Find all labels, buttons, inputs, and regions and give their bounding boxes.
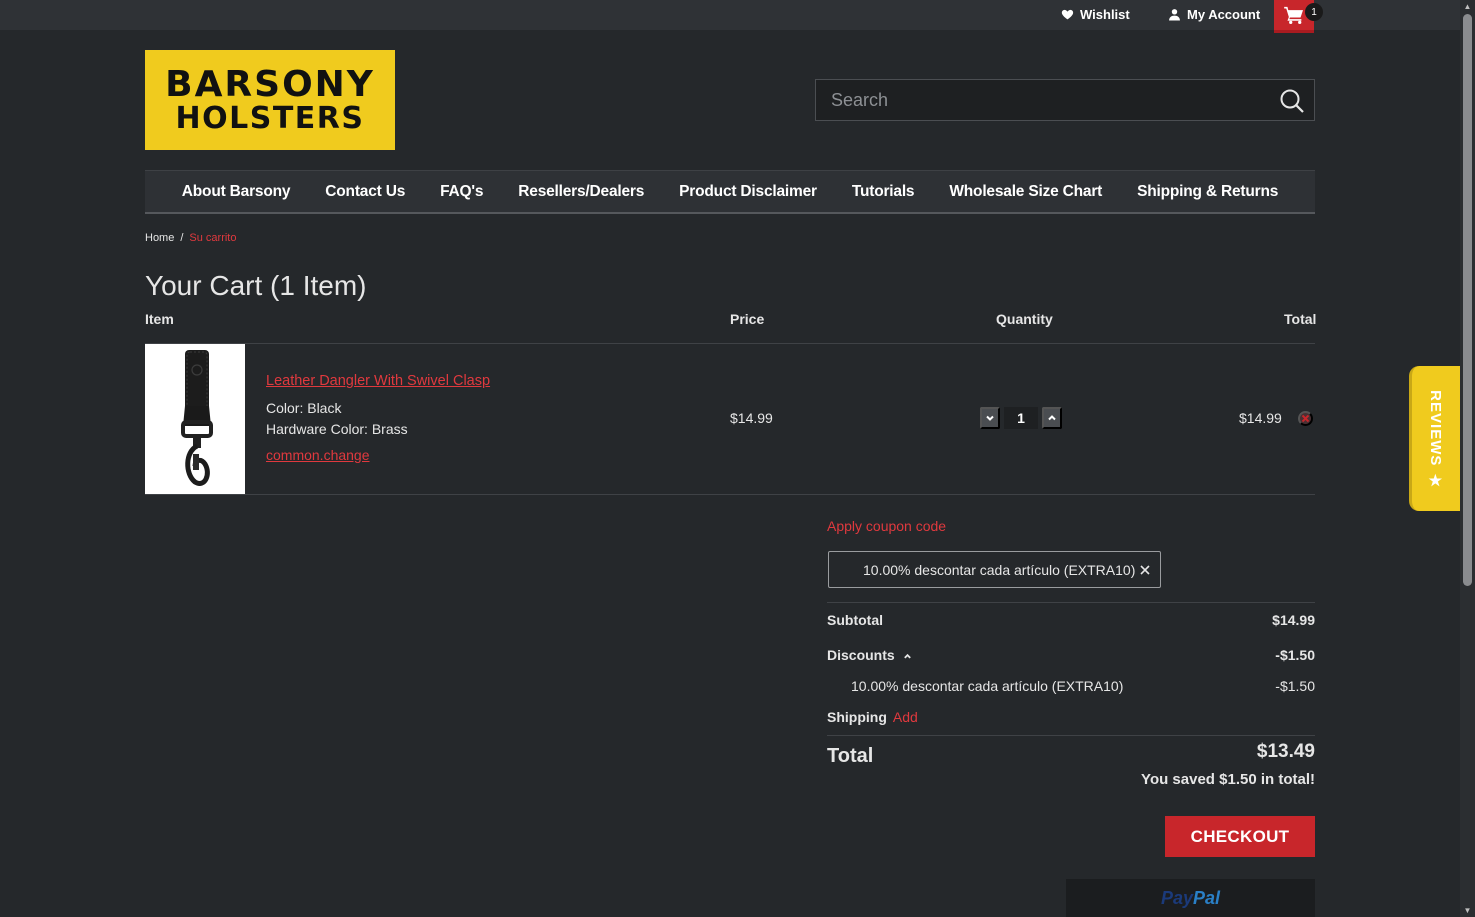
row-divider (145, 494, 1315, 495)
header-quantity: Quantity (996, 311, 1053, 327)
shipping-label: Shipping (827, 709, 887, 725)
chevron-down-icon (986, 415, 994, 421)
scrollbar-thumb[interactable] (1463, 14, 1472, 586)
header-price: Price (730, 311, 765, 327)
leather-dangler-image (181, 350, 213, 486)
wishlist-label: Wishlist (1080, 7, 1130, 22)
discounts-label: Discounts (827, 647, 895, 663)
nav-shipping-returns[interactable]: Shipping & Returns (1137, 183, 1278, 201)
scroll-up-icon[interactable]: ▲ (1462, 2, 1473, 11)
discount-line-label: 10.00% descontar cada artículo (EXTRA10) (851, 678, 1124, 694)
page-title: Your Cart (1 Item) (145, 270, 367, 301)
add-shipping-link[interactable]: Add (893, 709, 918, 725)
search-icon[interactable] (1279, 88, 1305, 114)
quantity-decrease-button[interactable] (980, 407, 1000, 429)
subtotal-label: Subtotal (827, 612, 883, 628)
breadcrumb-current: Su carrito (189, 232, 237, 244)
breadcrumb-separator: / (180, 232, 184, 244)
total-label: Total (827, 745, 874, 767)
applied-coupon-text: 10.00% descontar cada artículo (EXTRA10) (863, 561, 1136, 578)
shipping-row: Shipping Add (827, 709, 918, 725)
scroll-down-icon[interactable]: ▼ (1462, 906, 1473, 915)
discounts-toggle[interactable]: Discounts (827, 647, 912, 664)
site-logo[interactable]: BARSONY HOLSTERS (145, 50, 395, 150)
wishlist-link[interactable]: Wishlist (1061, 7, 1130, 22)
close-icon (1140, 565, 1150, 575)
cart-count-badge: 1 (1305, 3, 1323, 21)
reviews-tab[interactable]: REVIEWS ★ (1409, 366, 1460, 511)
close-icon (1302, 415, 1309, 422)
my-account-link[interactable]: My Account (1168, 7, 1260, 22)
discount-line-value: -$1.50 (1275, 678, 1315, 694)
nav-tutorials[interactable]: Tutorials (852, 183, 915, 201)
chevron-up-icon (1048, 415, 1056, 421)
quantity-input[interactable] (1004, 407, 1038, 429)
paypal-button[interactable]: Pay Pal (1066, 879, 1315, 917)
main-nav: About Barsony Contact Us FAQ's Resellers… (145, 170, 1315, 214)
breadcrumb: Home / Su carrito (145, 232, 236, 244)
product-name-link[interactable]: Leather Dangler With Swivel Clasp (266, 373, 490, 389)
reviews-tab-content: REVIEWS ★ (1427, 389, 1445, 490)
chevron-up-icon (903, 648, 912, 664)
remove-coupon-button[interactable] (1139, 563, 1151, 575)
star-icon: ★ (1428, 472, 1444, 490)
header-total: Total (1284, 311, 1317, 327)
nav-about-barsony[interactable]: About Barsony (182, 183, 291, 201)
product-image[interactable] (145, 344, 245, 494)
breadcrumb-home[interactable]: Home (145, 232, 174, 244)
subtotal-value: $14.99 (1272, 612, 1315, 628)
nav-contact-us[interactable]: Contact Us (325, 183, 405, 201)
item-total: $14.99 (1239, 410, 1282, 426)
checkout-button[interactable]: CHECKOUT (1165, 816, 1315, 857)
remove-item-button[interactable] (1298, 411, 1313, 426)
paypal-logo-part1: Pay (1160, 887, 1193, 908)
nav-resellers-dealers[interactable]: Resellers/Dealers (518, 183, 644, 201)
user-icon (1169, 9, 1180, 21)
heart-icon (1061, 9, 1074, 20)
coupon-divider (827, 602, 1315, 603)
nav-wholesale-size-chart[interactable]: Wholesale Size Chart (949, 183, 1102, 201)
quantity-increase-button[interactable] (1042, 407, 1062, 429)
product-option-color: Color: Black (266, 400, 342, 416)
totals-divider (827, 735, 1315, 736)
nav-product-disclaimer[interactable]: Product Disclaimer (679, 183, 817, 201)
product-option-hardware: Hardware Color: Brass (266, 421, 408, 437)
discounts-value: -$1.50 (1275, 647, 1315, 663)
logo-line-1: BARSONY (165, 63, 375, 105)
reviews-tab-label: REVIEWS (1427, 389, 1445, 466)
change-options-link[interactable]: common.change (266, 447, 370, 463)
shopping-cart-icon (1284, 6, 1303, 24)
applied-coupon-chip: 10.00% descontar cada artículo (EXTRA10) (828, 551, 1161, 588)
item-price: $14.99 (730, 410, 773, 426)
header-item: Item (145, 311, 174, 327)
apply-coupon-link[interactable]: Apply coupon code (827, 518, 946, 534)
account-label: My Account (1187, 7, 1261, 22)
search-box (815, 79, 1315, 121)
total-value: $13.49 (1256, 741, 1315, 762)
savings-text: You saved $1.50 in total! (1141, 771, 1315, 788)
nav-faqs[interactable]: FAQ's (440, 183, 483, 201)
header-divider (145, 343, 1315, 344)
search-input[interactable] (816, 80, 1256, 120)
paypal-logo-part2: Pal (1193, 887, 1221, 908)
logo-line-2: HOLSTERS (175, 100, 365, 136)
top-bar: Wishlist My Account (0, 0, 1460, 30)
